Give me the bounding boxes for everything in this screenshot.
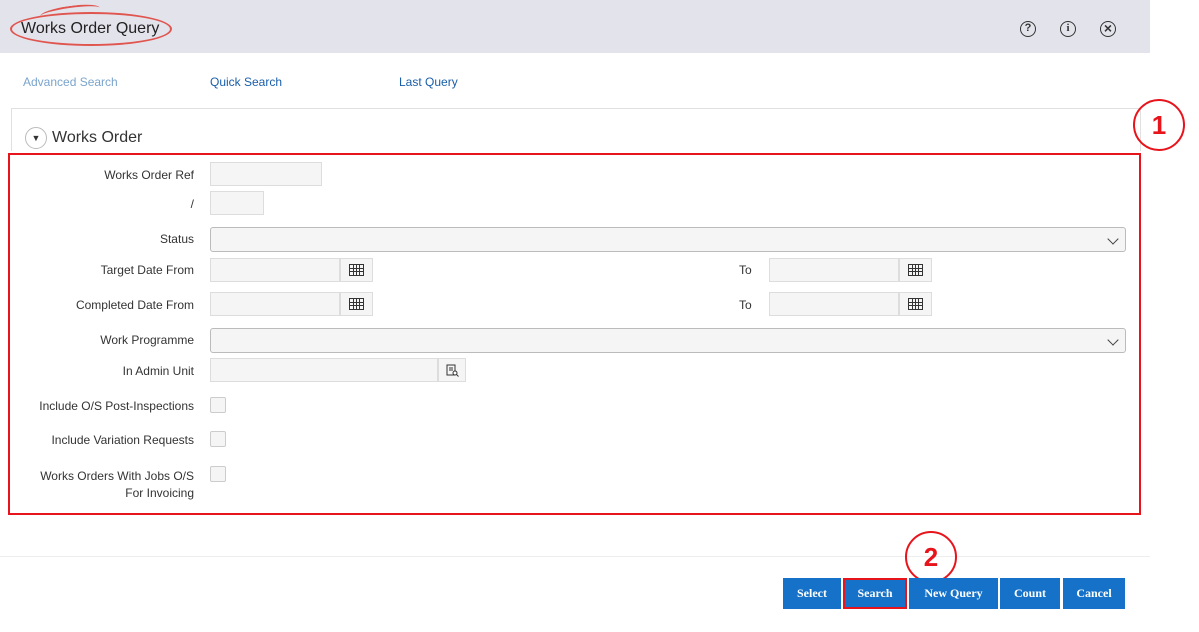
works-orders-jobs-os-label-line2: For Invoicing [125, 486, 194, 500]
calendar-icon [908, 298, 923, 310]
new-query-button[interactable]: New Query [909, 578, 998, 609]
target-date-from-calendar-button[interactable] [340, 258, 373, 282]
search-button[interactable]: Search [843, 578, 907, 609]
include-variation-requests-checkbox[interactable] [210, 431, 226, 447]
annotation-marker-2: 2 [905, 531, 957, 583]
target-date-to-input[interactable] [769, 258, 899, 282]
section-title: Works Order [52, 129, 143, 146]
completed-date-to-input[interactable] [769, 292, 899, 316]
lookup-icon [446, 364, 459, 377]
completed-to-label: To [739, 298, 752, 312]
completed-date-from-calendar-button[interactable] [340, 292, 373, 316]
chevron-down-icon [1107, 233, 1119, 245]
completed-date-from-label: Completed Date From [75, 298, 194, 312]
calendar-icon [349, 298, 364, 310]
admin-unit-input[interactable] [210, 358, 438, 382]
help-icon[interactable]: ? [1020, 21, 1036, 37]
include-os-post-inspections-checkbox[interactable] [210, 397, 226, 413]
works-order-panel [11, 108, 1141, 151]
select-button[interactable]: Select [783, 578, 841, 609]
footer-divider [0, 556, 1150, 557]
works-orders-jobs-os-label-line1: Works Orders With Jobs O/S [40, 469, 194, 483]
count-button[interactable]: Count [1000, 578, 1060, 609]
work-programme-label: Work Programme [100, 333, 194, 347]
status-label: Status [159, 232, 194, 246]
target-date-from-label: Target Date From [100, 263, 194, 277]
admin-unit-label: In Admin Unit [122, 364, 194, 378]
target-to-label: To [739, 263, 752, 277]
include-os-post-inspections-label: Include O/S Post-Inspections [39, 399, 194, 413]
work-programme-select[interactable] [210, 328, 1126, 353]
admin-unit-lookup-button[interactable] [438, 358, 466, 382]
status-select[interactable] [210, 227, 1126, 252]
tab-quick-search[interactable]: Quick Search [210, 75, 282, 89]
works-orders-jobs-os-label: Works Orders With Jobs O/S For Invoicing [4, 468, 194, 502]
close-icon[interactable]: × [1100, 21, 1116, 37]
info-icon[interactable]: i [1060, 21, 1076, 37]
calendar-icon [349, 264, 364, 276]
works-order-ref-input[interactable] [210, 162, 322, 186]
slash-label: / [190, 197, 194, 211]
cancel-button[interactable]: Cancel [1063, 578, 1125, 609]
title-bar [0, 0, 1150, 53]
annotation-marker-1: 1 [1133, 99, 1185, 151]
target-date-from-input[interactable] [210, 258, 340, 282]
works-order-ref-label: Works Order Ref [104, 168, 194, 182]
works-order-suffix-input[interactable] [210, 191, 264, 215]
tab-advanced-search[interactable]: Advanced Search [23, 75, 118, 89]
page-title: Works Order Query [21, 20, 160, 37]
chevron-down-icon [1107, 334, 1119, 346]
completed-date-from-input[interactable] [210, 292, 340, 316]
include-variation-requests-label: Include Variation Requests [51, 433, 194, 447]
target-date-to-calendar-button[interactable] [899, 258, 932, 282]
collapse-toggle-icon[interactable]: ▼ [25, 127, 47, 149]
tab-last-query[interactable]: Last Query [399, 75, 458, 89]
calendar-icon [908, 264, 923, 276]
works-orders-jobs-os-checkbox[interactable] [210, 466, 226, 482]
completed-date-to-calendar-button[interactable] [899, 292, 932, 316]
